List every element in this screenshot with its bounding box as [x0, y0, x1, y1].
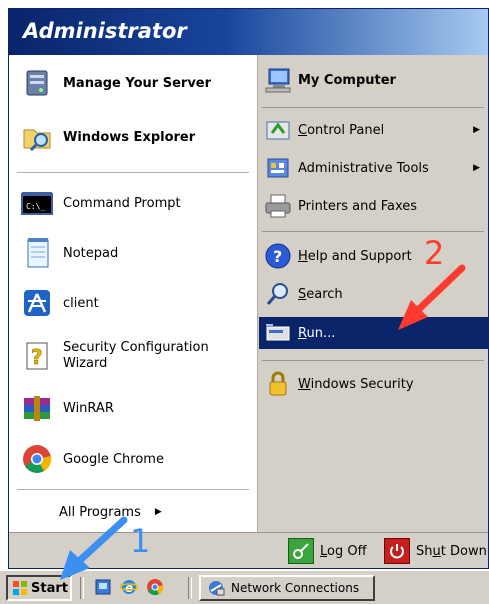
annotation-step-1: 1 [130, 522, 151, 560]
annotation-arrow-red [398, 264, 466, 330]
annotation-step-2: 2 [424, 234, 445, 272]
annotation-arrow-blue [60, 516, 128, 580]
annotation-overlay [60, 264, 466, 580]
